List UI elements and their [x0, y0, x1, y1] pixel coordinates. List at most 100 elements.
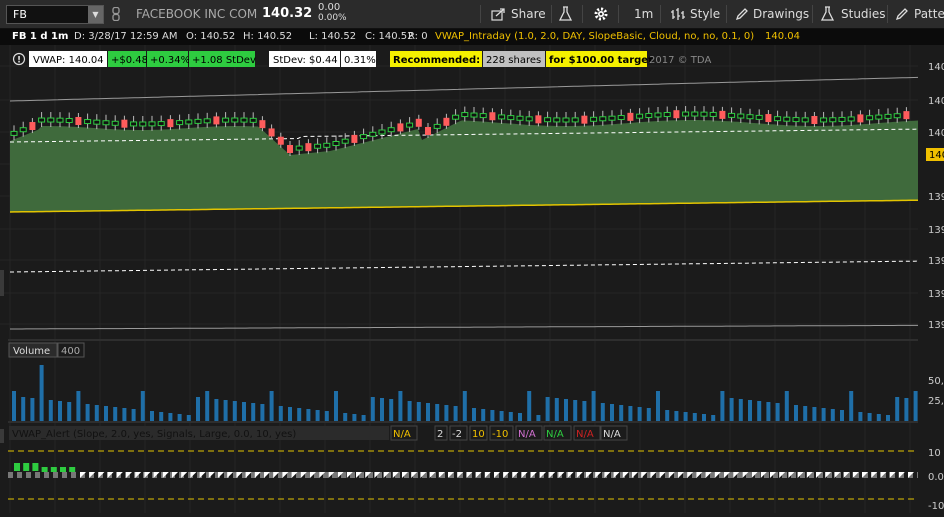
recommended-label: Recommended:	[393, 55, 480, 66]
lower-study-value: N/A	[393, 429, 411, 440]
candle-body-down	[489, 112, 496, 121]
pane-divider[interactable]	[8, 421, 918, 423]
volume-bar	[656, 391, 660, 421]
volume-bar	[380, 398, 384, 421]
candle-body-up	[801, 117, 809, 123]
bar-low: L: 140.52	[309, 31, 357, 42]
patterns-button[interactable]: Patte	[914, 0, 944, 28]
flask-icon[interactable]	[559, 6, 572, 22]
candle-body-up	[387, 127, 395, 133]
volume-bar	[564, 399, 568, 421]
volume-bar	[508, 412, 513, 421]
volume-bar	[904, 398, 909, 421]
candle-body-up	[314, 143, 322, 149]
volume-bar	[646, 408, 651, 421]
price-axis: 140 140 140 140 139 139 139 139 139	[918, 45, 944, 337]
volume-bar	[775, 403, 780, 421]
candle-body-up	[93, 119, 101, 125]
volume-bar	[352, 414, 357, 421]
bar-date: D: 3/28/17 12:59 AM	[74, 31, 178, 42]
study-value: 140.04	[765, 31, 800, 42]
volume-bar	[39, 365, 44, 421]
candle-body-up	[38, 117, 46, 123]
volume-value: 400	[61, 346, 80, 357]
volume-bar	[490, 410, 495, 421]
volume-bar	[334, 391, 338, 421]
candle-body-up	[433, 123, 441, 129]
alert-icon-mark: !	[17, 56, 21, 66]
pane-divider[interactable]	[8, 339, 918, 341]
gear-icon[interactable]	[593, 6, 609, 22]
candle-body-up	[875, 114, 883, 120]
target-label: for $100.00 target	[549, 55, 653, 66]
share-icon[interactable]	[491, 7, 506, 21]
study-tick: -10	[928, 501, 944, 512]
left-scroll-handle[interactable]	[0, 270, 4, 296]
volume-bar	[554, 398, 559, 421]
chart-canvas[interactable]: ! VWAP: 140.04 +$0.48 +0.34% +1.08 StDev…	[0, 45, 944, 515]
price-tick: 140	[928, 62, 944, 73]
copyright: 2017 © TDA	[649, 55, 711, 66]
lower-study-value: N/A	[576, 429, 594, 440]
candle-body-up	[341, 138, 349, 144]
candle-body-up	[847, 116, 855, 122]
lower-study-name[interactable]: VWAP_Alert (Slope, 2.0, yes, Signals, La…	[12, 429, 296, 440]
volume-bar	[527, 391, 532, 421]
vwap-label-row: ! VWAP: 140.04 +$0.48 +0.34% +1.08 StDev…	[12, 51, 711, 67]
volume-bar	[260, 404, 265, 421]
price-tick: 139	[928, 289, 944, 300]
study-tick: 10	[928, 448, 941, 459]
candle-body-up	[544, 117, 552, 123]
candle-body-up	[56, 117, 64, 123]
volume-bar	[472, 408, 476, 421]
candle-body-up	[838, 116, 846, 122]
studies-button[interactable]: Studies	[841, 0, 886, 28]
drawings-button[interactable]: Drawings	[753, 0, 809, 28]
volume-bar	[582, 401, 587, 421]
signal-mark	[14, 463, 20, 471]
volume-bar	[104, 406, 108, 421]
volume-bar	[205, 391, 210, 421]
volume-bar	[361, 415, 366, 421]
candle-body-down	[627, 112, 634, 121]
toolbar-divider	[480, 5, 481, 23]
candle-body-up	[645, 113, 653, 119]
signal-mark	[50, 467, 57, 472]
candle-body-down	[259, 120, 266, 129]
volume-bar	[159, 412, 164, 421]
study-tick: 0.0	[928, 472, 944, 483]
lower-study-value: N/A	[546, 429, 564, 440]
style-icon[interactable]	[671, 7, 686, 21]
candle-body-up	[185, 119, 193, 125]
candle-body-up	[755, 114, 763, 120]
interval-selector[interactable]: 1m	[634, 0, 653, 28]
study-name[interactable]: VWAP_Intraday (1.0, 2.0, DAY, SlopeBasic…	[435, 29, 754, 45]
candle-body-down	[765, 114, 772, 123]
left-scroll-handle[interactable]	[0, 429, 4, 443]
candle-body-up	[47, 117, 55, 123]
volume-bar	[840, 410, 844, 421]
volume-bar	[186, 415, 191, 421]
chart-area[interactable]: ! VWAP: 140.04 +$0.48 +0.34% +1.08 StDev…	[0, 45, 944, 515]
volume-bar	[232, 401, 237, 421]
studies-icon[interactable]	[821, 6, 835, 22]
volume-bar	[830, 409, 835, 421]
pattern-icon[interactable]	[895, 7, 909, 21]
volume-bar	[821, 408, 826, 421]
pencil-icon[interactable]	[735, 7, 749, 21]
style-button[interactable]: Style	[690, 0, 720, 28]
volume-bar	[453, 406, 458, 421]
volume-bar	[692, 413, 697, 421]
chevron-down-icon[interactable]: ▼	[88, 6, 103, 23]
volume-bar	[637, 407, 642, 421]
volume-bar	[518, 413, 522, 421]
share-button[interactable]: Share	[511, 0, 546, 28]
candle-body-down	[397, 123, 404, 132]
volume-bar	[573, 400, 578, 421]
candle-body-down	[305, 143, 312, 152]
symbol-selector[interactable]: FB ▼	[6, 5, 104, 24]
link-icon[interactable]	[111, 7, 121, 21]
signal-mark	[60, 467, 66, 472]
candle-body-up	[65, 118, 73, 124]
volume-bar	[426, 403, 430, 421]
